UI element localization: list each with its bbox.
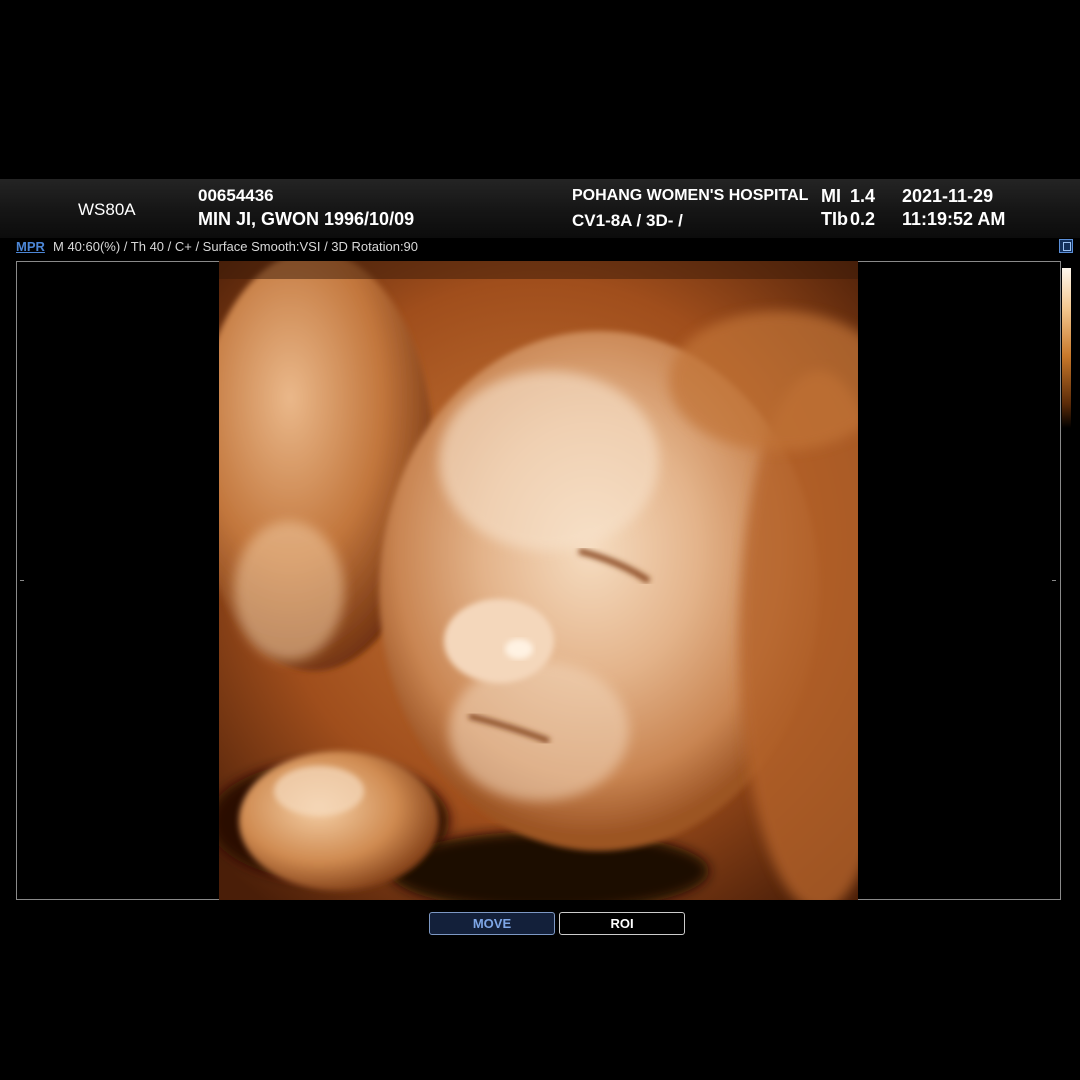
3d-fetal-render[interactable]	[219, 261, 858, 900]
tib-label: TIb	[821, 209, 848, 229]
probe-mode: CV1-8A / 3D- /	[572, 211, 683, 230]
floppy-disk-icon[interactable]	[1059, 239, 1073, 253]
render-params: M 40:60(%) / Th 40 / C+ / Surface Smooth…	[53, 239, 419, 254]
patient-id: 00654436	[198, 186, 274, 205]
roi-button[interactable]: ROI	[559, 912, 685, 935]
hospital-name: POHANG WOMEN'S HOSPITAL	[572, 187, 809, 204]
left-marker	[20, 580, 24, 581]
exam-date: 2021-11-29	[902, 186, 994, 206]
patient-name: MIN JI, GWON 1996/10/09	[198, 209, 415, 229]
mpr-tab[interactable]: MPR	[16, 239, 45, 254]
color-scale-bar	[1062, 268, 1071, 428]
mi-label: MI	[821, 186, 841, 206]
right-marker	[1052, 580, 1056, 581]
tib-value: 0.2	[850, 209, 876, 229]
exam-time: 11:19:52 AM	[902, 209, 1006, 229]
mi-value: 1.4	[850, 186, 876, 206]
move-button[interactable]: MOVE	[429, 912, 555, 935]
device-model: WS80A	[78, 200, 136, 219]
fetal-face-image	[219, 261, 858, 900]
